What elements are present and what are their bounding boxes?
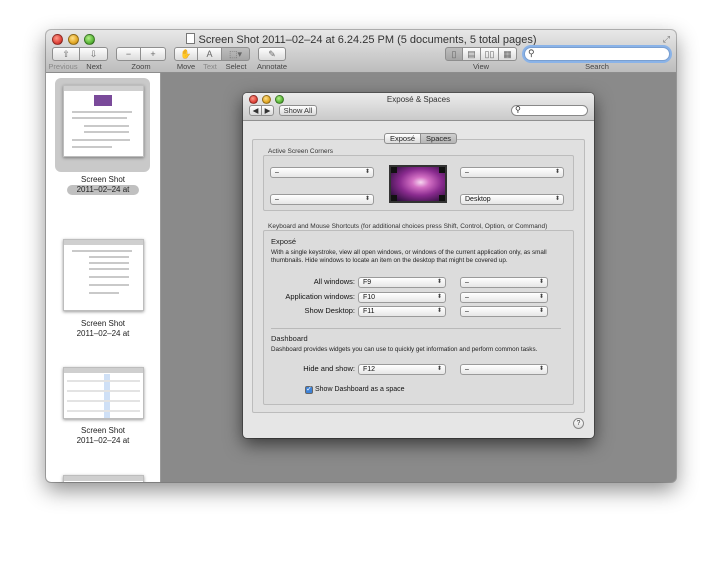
view-two-page-button[interactable]: ▯▯ xyxy=(481,47,499,61)
annotate-label: Annotate xyxy=(256,62,288,71)
select-tool-button[interactable]: ⬚▾ xyxy=(222,47,250,61)
thumb-caption-3: Screen Shot 2011–02–24 at xyxy=(76,426,130,445)
search-icon: ⚲ xyxy=(515,105,521,114)
tool-group: ✋ A ⬚▾ xyxy=(174,47,250,61)
all-windows-key-popup[interactable]: F9 ⬍ xyxy=(358,277,446,288)
page-thumbnail-1[interactable] xyxy=(63,85,144,157)
view-single-button[interactable]: ▯ xyxy=(445,47,463,61)
help-button[interactable]: ? xyxy=(573,418,584,429)
search-input[interactable]: ⚲ xyxy=(524,47,670,61)
stepper-icon: ⬍ xyxy=(436,366,442,372)
text-label: Text xyxy=(203,62,217,71)
tab-spaces[interactable]: Spaces xyxy=(421,133,458,144)
prev-next-group: ⇧ ⇩ xyxy=(52,47,108,61)
expose-spaces-window: Exposé & Spaces ◀ ▶ Show All ⚲ Exposé Sp… xyxy=(243,93,594,438)
dashboard-space-checkbox[interactable]: ✓ xyxy=(305,386,313,394)
prefs-search-input[interactable]: ⚲ xyxy=(511,105,588,116)
corner-top-right-popup[interactable]: – ⬍ xyxy=(460,167,564,178)
select-label: Select xyxy=(225,62,247,71)
dashboard-description: Dashboard provides widgets you can use t… xyxy=(271,346,538,353)
document-icon xyxy=(185,33,195,44)
page-thumbnail-3[interactable] xyxy=(63,367,144,419)
zoom-group: − + xyxy=(116,47,166,61)
show-desktop-label: Show Desktop: xyxy=(304,306,355,315)
previous-label: Previous xyxy=(48,62,78,71)
show-desktop-key-popup[interactable]: F11 ⬍ xyxy=(358,306,446,317)
stepper-icon: ⬍ xyxy=(538,279,544,285)
stepper-icon: ⬍ xyxy=(436,308,442,314)
thumb-caption-1: Screen Shot 2011–02–24 at xyxy=(46,175,160,195)
corners-label: Active Screen Corners xyxy=(268,148,334,155)
expose-description: With a single keystroke, view all open w… xyxy=(271,249,547,264)
page-thumbnail-4[interactable] xyxy=(63,475,144,482)
view-thumbs-button[interactable]: ▤ xyxy=(463,47,481,61)
expose-heading: Exposé xyxy=(271,237,297,246)
all-windows-mouse-popup[interactable]: – ⬍ xyxy=(460,277,548,288)
show-desktop-mouse-popup[interactable]: – ⬍ xyxy=(460,306,548,317)
stepper-icon: ⬍ xyxy=(436,294,442,300)
fullscreen-icon[interactable]: ⤢ xyxy=(663,34,670,45)
desktop-preview-image xyxy=(389,165,447,203)
previous-button[interactable]: ⇧ xyxy=(52,47,80,61)
stepper-icon: ⬍ xyxy=(436,279,442,285)
zoom-in-button[interactable]: + xyxy=(141,47,166,61)
application-windows-key-popup[interactable]: F10 ⬍ xyxy=(358,292,446,303)
dashboard-heading: Dashboard xyxy=(271,334,308,343)
view-grid-button[interactable]: ▦ xyxy=(499,47,517,61)
prefs-title: Exposé & Spaces xyxy=(386,95,451,104)
hide-and-show-mouse-popup[interactable]: – ⬍ xyxy=(460,364,548,375)
forward-button[interactable]: ▶ xyxy=(261,105,274,116)
stepper-icon: ⬍ xyxy=(364,196,370,202)
zoom-out-button[interactable]: − xyxy=(116,47,141,61)
text-tool-button[interactable]: A xyxy=(198,47,222,61)
section-divider xyxy=(271,328,561,329)
annotate-button[interactable]: ✎ xyxy=(258,47,286,61)
shortcuts-label: Keyboard and Mouse Shortcuts (for additi… xyxy=(268,223,548,230)
next-button[interactable]: ⇩ xyxy=(80,47,108,61)
stepper-icon: ⬍ xyxy=(554,169,560,175)
sidebar: Screen Shot 2011–02–24 at Screen Shot 20… xyxy=(46,73,161,482)
stepper-icon: ⬍ xyxy=(364,169,370,175)
all-windows-label: All windows: xyxy=(313,277,355,286)
application-windows-label: Application windows: xyxy=(285,292,355,301)
thumb-caption-2: Screen Shot 2011–02–24 at xyxy=(76,319,130,338)
hide-and-show-key-popup[interactable]: F12 ⬍ xyxy=(358,364,446,375)
page-thumbnail-2[interactable] xyxy=(63,239,144,311)
stepper-icon: ⬍ xyxy=(538,294,544,300)
annotate-group: ✎ xyxy=(258,47,286,61)
corner-bottom-left-popup[interactable]: – ⬍ xyxy=(270,194,374,205)
stepper-icon: ⬍ xyxy=(554,196,560,202)
next-label: Next xyxy=(86,62,102,71)
hide-and-show-label: Hide and show: xyxy=(303,364,355,373)
show-all-button[interactable]: Show All xyxy=(279,105,317,116)
application-windows-mouse-popup[interactable]: – ⬍ xyxy=(460,292,548,303)
corner-bottom-right-popup[interactable]: Desktop ⬍ xyxy=(460,194,564,205)
corner-top-left-popup[interactable]: – ⬍ xyxy=(270,167,374,178)
stepper-icon: ⬍ xyxy=(538,308,544,314)
tab-expose[interactable]: Exposé xyxy=(384,133,422,144)
zoom-label: Zoom xyxy=(131,62,151,71)
window-title: Screen Shot 2011–02–24 at 6.24.25 PM (5 … xyxy=(46,33,676,46)
tab-bar: Exposé Spaces xyxy=(384,133,458,144)
dashboard-space-label: Show Dashboard as a space xyxy=(315,386,405,393)
view-label: View xyxy=(472,62,490,71)
view-group: ▯ ▤ ▯▯ ▦ xyxy=(445,47,517,61)
search-icon: ⚲ xyxy=(528,48,535,58)
move-label: Move xyxy=(176,62,196,71)
search-label: Search xyxy=(585,62,609,71)
prefs-title-bar: Exposé & Spaces ◀ ▶ Show All ⚲ xyxy=(243,93,594,121)
move-tool-button[interactable]: ✋ xyxy=(174,47,198,61)
title-bar: Screen Shot 2011–02–24 at 6.24.25 PM (5 … xyxy=(46,30,676,73)
stepper-icon: ⬍ xyxy=(538,366,544,372)
